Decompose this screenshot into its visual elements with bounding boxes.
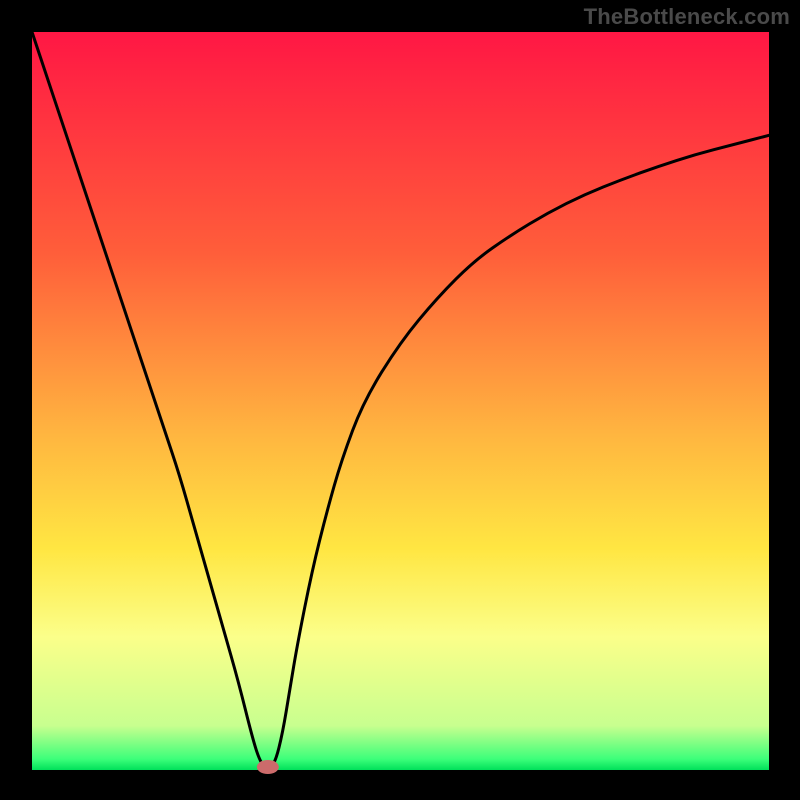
plot-area: [32, 32, 769, 770]
chart-svg: [0, 0, 800, 800]
bottleneck-chart: TheBottleneck.com: [0, 0, 800, 800]
watermark-text: TheBottleneck.com: [584, 4, 790, 30]
minimum-marker: [257, 760, 279, 774]
